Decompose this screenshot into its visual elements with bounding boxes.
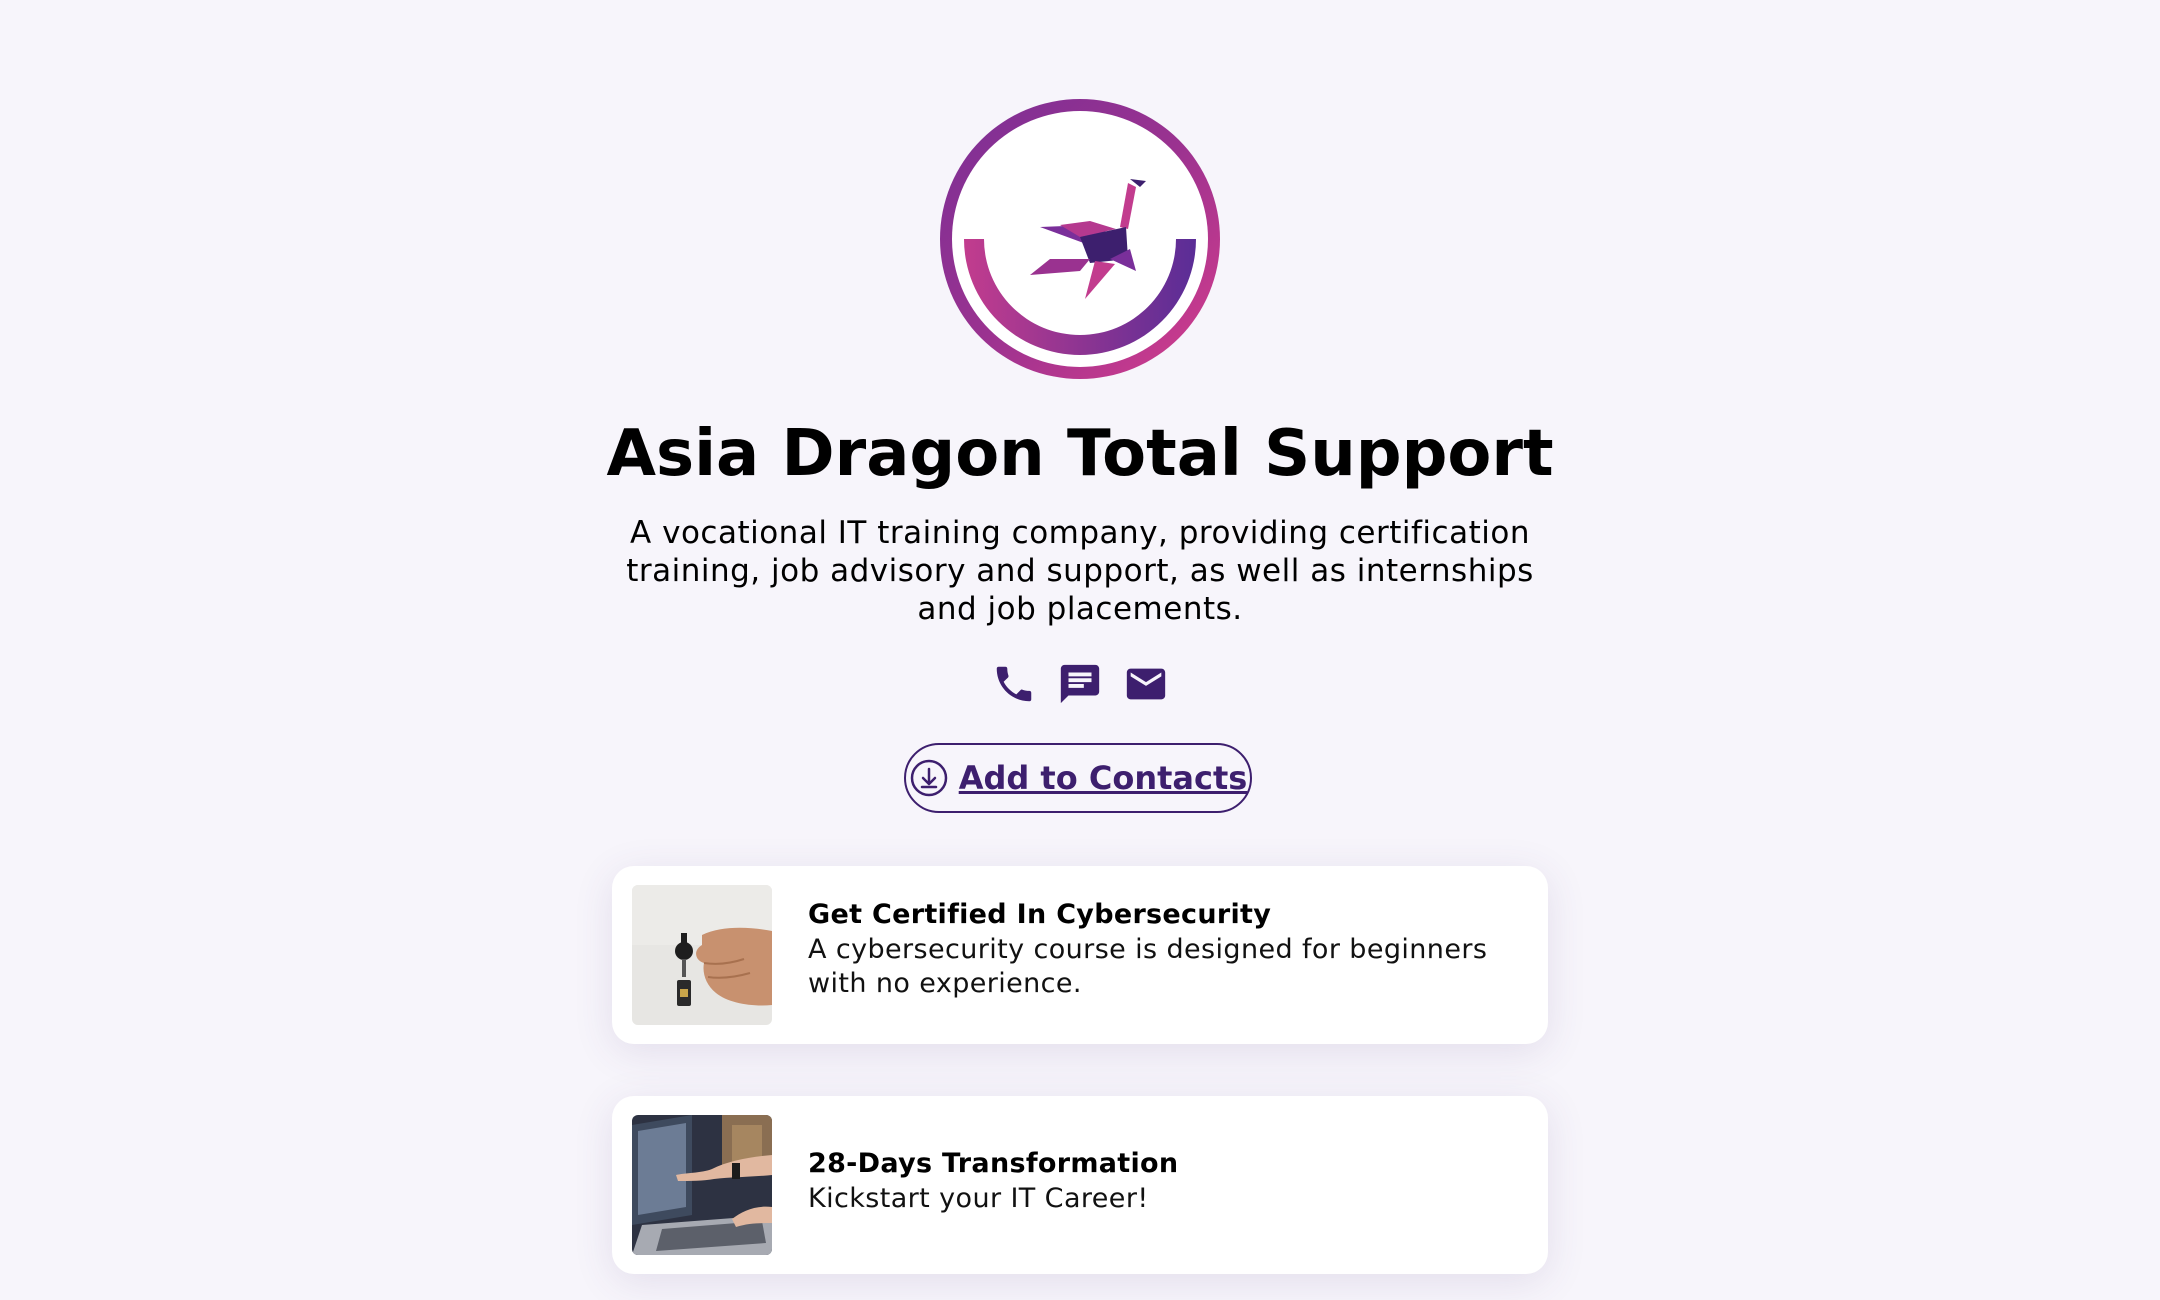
contact-icons (990, 660, 1170, 710)
hands-on-laptop-icon (632, 1115, 772, 1255)
add-to-contacts-button[interactable]: Add to Contacts (904, 743, 1252, 813)
add-to-contacts-label: Add to Contacts (958, 759, 1248, 797)
card-title: Get Certified In Cybersecurity (808, 899, 1272, 930)
card-description: A cybersecurity course is designed for b… (808, 934, 1488, 999)
phone-icon[interactable] (990, 660, 1038, 708)
message-icon[interactable] (1056, 660, 1104, 708)
card-thumbnail (632, 885, 772, 1025)
link-card[interactable]: Get Certified In Cybersecurity A cyberse… (612, 866, 1548, 1044)
page-title: Asia Dragon Total Support (606, 417, 1554, 491)
profile-page: Asia Dragon Total Support A vocational I… (0, 0, 2160, 1300)
avatar (940, 99, 1220, 379)
card-text: Get Certified In Cybersecurity A cyberse… (808, 897, 1528, 1001)
download-icon (910, 759, 947, 797)
email-icon[interactable] (1122, 660, 1170, 708)
dragon-logo-icon (940, 99, 1220, 379)
link-card[interactable]: 28-Days Transformation Kickstart your IT… (612, 1096, 1548, 1274)
card-thumbnail (632, 1115, 772, 1255)
card-title: 28-Days Transformation (808, 1148, 1179, 1179)
card-text: 28-Days Transformation Kickstart your IT… (808, 1146, 1528, 1216)
card-description: Kickstart your IT Career! (808, 1183, 1149, 1214)
bio-text: A vocational IT training company, provid… (626, 515, 1534, 627)
hand-holding-key-icon (632, 885, 772, 1025)
